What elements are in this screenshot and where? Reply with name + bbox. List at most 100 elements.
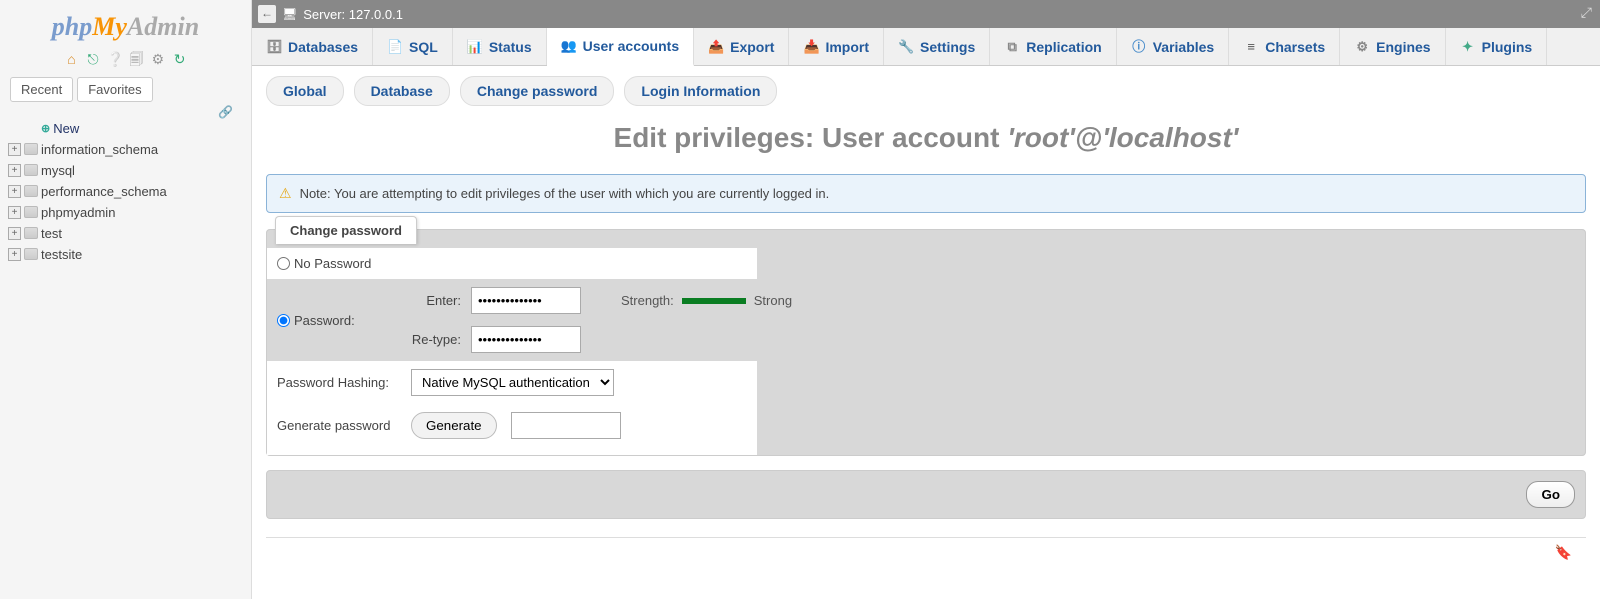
logout-icon[interactable]: ⎋	[85, 51, 101, 67]
database-icon	[24, 227, 38, 239]
engines-icon: ⚙	[1354, 39, 1370, 55]
logo-part-admin: Admin	[127, 12, 199, 41]
notice: ⚠ Note: You are attempting to edit privi…	[266, 174, 1586, 213]
tree-item[interactable]: +phpmyadmin	[8, 202, 247, 223]
change-password-fieldset: Change password No Password Password: En…	[266, 229, 1586, 456]
database-icon: 🗄	[266, 39, 282, 55]
tree-item[interactable]: + information_schema	[8, 139, 247, 160]
heading-prefix: Edit privileges: User account	[614, 122, 1008, 153]
tab-engines[interactable]: ⚙Engines	[1340, 28, 1445, 65]
top-nav: 🗄 Databases 📄SQL 📊 Status 👥User accounts📤Expo…	[252, 28, 1600, 66]
tab-user-accounts[interactable]: 👥User accounts	[547, 28, 694, 66]
tab-label: User accounts	[583, 38, 679, 54]
collapse-icon[interactable]: ⤢	[1581, 4, 1592, 21]
tab-charsets[interactable]: ≡Charsets	[1229, 28, 1340, 65]
back-icon[interactable]: ←	[258, 5, 276, 23]
variables-icon: ⓘ	[1131, 39, 1147, 55]
logo[interactable]: phpMyAdmin	[0, 8, 251, 44]
expand-icon[interactable]: +	[8, 143, 21, 156]
fieldset-legend: Change password	[275, 216, 417, 244]
tree-item[interactable]: + testsite	[8, 244, 247, 265]
strength-label: Strength:	[621, 293, 674, 308]
new-icon: ⊕	[41, 122, 50, 135]
expand-icon[interactable]: +	[8, 248, 21, 261]
tree-item-label: testsite	[41, 247, 82, 262]
subnav-global[interactable]: Global	[266, 76, 344, 106]
sub-nav: Global Database Change password Login Infor…	[252, 66, 1600, 116]
replication-icon: ⧉	[1004, 39, 1020, 55]
sql-icon: 📄	[387, 39, 403, 55]
password-radio[interactable]	[277, 314, 290, 327]
database-icon	[24, 206, 38, 218]
tree-new-label: New	[53, 121, 79, 136]
quick-icons: ⌂ ⎋ ❔ 🗐 ⚙ ↻	[0, 50, 251, 67]
tab-label: Replication	[1026, 39, 1101, 55]
charsets-icon: ≡	[1243, 39, 1259, 55]
expand-icon[interactable]: +	[8, 227, 21, 240]
reload-icon[interactable]: ↻	[172, 51, 188, 67]
tree-item[interactable]: + mysql	[8, 160, 247, 181]
password-label: Password:	[294, 313, 355, 328]
password-retype-input[interactable]	[471, 326, 581, 353]
retype-label: Re-type:	[411, 332, 471, 347]
tab-sql[interactable]: 📄SQL	[373, 28, 453, 65]
tree-new[interactable]: ⊕ New	[8, 118, 247, 139]
tab-plugins[interactable]: ✦ Plugins	[1446, 28, 1548, 65]
expand-icon[interactable]: +	[8, 206, 21, 219]
bookmark-icon[interactable]: 🔖	[1555, 544, 1572, 561]
password-option[interactable]: Password:	[277, 313, 397, 328]
generated-password-input[interactable]	[511, 412, 621, 439]
tab-import[interactable]: 📥 Import	[789, 28, 884, 65]
docs-icon[interactable]: ❔	[107, 51, 123, 67]
tab-replication[interactable]: ⧉ Replication	[990, 28, 1116, 65]
strength-indicator: Strength: Strong	[621, 293, 851, 308]
tab-export[interactable]: 📤Export	[694, 28, 789, 65]
password-enter-input[interactable]	[471, 287, 581, 314]
go-button[interactable]: Go	[1526, 481, 1575, 508]
tree-item[interactable]: +test	[8, 223, 247, 244]
plugins-icon: ✦	[1460, 39, 1476, 55]
enter-label: Enter:	[411, 293, 471, 308]
tab-label: Export	[730, 39, 774, 55]
import-icon: 📥	[803, 39, 819, 55]
action-bar: Go	[266, 470, 1586, 519]
favorites-tab[interactable]: Favorites	[77, 77, 152, 102]
home-icon[interactable]: ⌂	[63, 51, 79, 67]
tree-item-label: performance_schema	[41, 184, 167, 199]
settings-icon: 🔧	[898, 39, 914, 55]
tree-item-label: information_schema	[41, 142, 158, 157]
tab-variables[interactable]: ⓘ Variables	[1117, 28, 1230, 65]
tab-settings[interactable]: 🔧Settings	[884, 28, 990, 65]
sql-query-icon[interactable]: 🗐	[128, 51, 144, 67]
generate-button[interactable]: Generate	[411, 412, 497, 439]
subnav-login-information[interactable]: Login Information	[624, 76, 777, 106]
heading-account: 'root'@'localhost'	[1007, 122, 1238, 153]
tab-label: Variables	[1153, 39, 1215, 55]
divider	[266, 537, 1586, 538]
tab-databases[interactable]: 🗄 Databases	[252, 28, 373, 65]
no-password-radio[interactable]	[277, 257, 290, 270]
status-icon: 📊	[467, 39, 483, 55]
tree-item[interactable]: + performance_schema	[8, 181, 247, 202]
expand-icon[interactable]: +	[8, 164, 21, 177]
tree-item-label: mysql	[41, 163, 75, 178]
tab-label: Status	[489, 39, 532, 55]
server-bar: ← 🖥 Server: 127.0.0.1 ⤢	[252, 0, 1600, 28]
recent-tab[interactable]: Recent	[10, 77, 73, 102]
tab-label: Databases	[288, 39, 358, 55]
subnav-change-password[interactable]: Change password	[460, 76, 615, 106]
settings-icon[interactable]: ⚙	[150, 51, 166, 67]
tab-label: Import	[825, 39, 869, 55]
strength-value: Strong	[754, 293, 792, 308]
link-icon[interactable]: 🔗	[218, 105, 233, 119]
tab-status[interactable]: 📊 Status	[453, 28, 547, 65]
no-password-option[interactable]: No Password	[277, 256, 397, 271]
subnav-database[interactable]: Database	[354, 76, 450, 106]
no-password-label: No Password	[294, 256, 371, 271]
generate-label: Generate password	[277, 418, 397, 433]
database-icon	[24, 185, 38, 197]
tab-label: Plugins	[1482, 39, 1533, 55]
expand-icon[interactable]: +	[8, 185, 21, 198]
page-title: Edit privileges: User account 'root'@'lo…	[252, 116, 1600, 174]
hashing-select[interactable]: Native MySQL authentication	[411, 369, 614, 396]
